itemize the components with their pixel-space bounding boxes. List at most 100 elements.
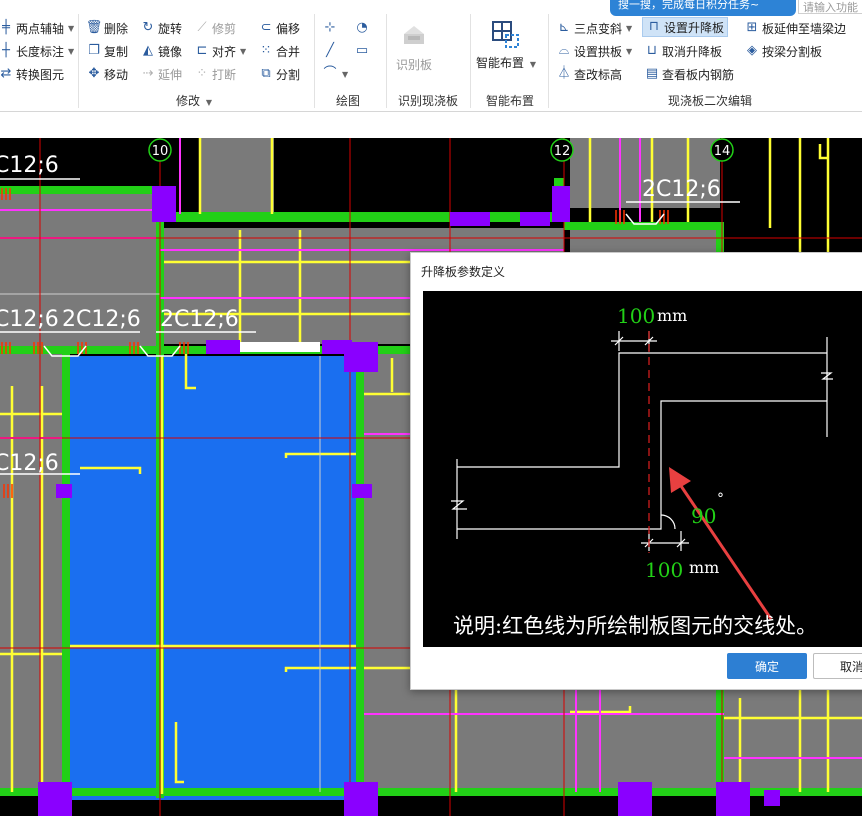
axis-label: 14 (714, 144, 731, 159)
smart-group: 智能布置 ▼ 智能布置 (472, 0, 548, 111)
identify-group-label: 识别现浇板 (398, 94, 459, 108)
cancel-raised-slab-button[interactable]: ⊔ 取消升降板 (644, 41, 722, 61)
raised-slab-icon: ⊓ (648, 19, 660, 34)
angle-value: 90 (691, 504, 716, 528)
slab-edit-group-label: 现浇板二次编辑 (668, 94, 753, 108)
check-elevation-button[interactable]: ⏃ 查改标高 (556, 64, 622, 84)
extend-button[interactable]: ⇢ 延伸 (140, 64, 182, 84)
offset-button[interactable]: ⊂ 偏移 (258, 18, 300, 38)
bottom-dimension-unit: mm (689, 558, 719, 577)
chevron-down-icon: ▼ (68, 46, 75, 56)
smart-layout-icon (492, 21, 519, 48)
ribbon-toolbar: 搜一搜，完成每日积分任务~ 请输入功能 ╪ 两点辅轴 ▼ ┼ 长度标注 ▼ ⇄ … (0, 0, 862, 112)
two-point-axis-label: 两点辅轴 (16, 21, 65, 36)
chevron-down-icon: ▼ (205, 98, 212, 107)
slab-edit-group: ⊾ 三点变斜 ▼ ⊓ 设置升降板 ⊞ 板延伸至墙梁边 ⌓ 设置拱板 ▼ ⊔ 取消… (552, 0, 862, 111)
set-arch-slab-button[interactable]: ⌓ 设置拱板 ▼ (556, 41, 632, 61)
rotate-label: 旋转 (158, 21, 183, 36)
ribbon-gap (0, 112, 862, 138)
mirror-button[interactable]: ◭ 镜像 (140, 41, 182, 61)
extend-to-wall-beam-label: 板延伸至墙梁边 (762, 21, 847, 36)
dialog-note: 说明:红色线为所绘制板图元的交线处。 (453, 614, 817, 638)
set-raised-slab-button[interactable]: ⊓ 设置升降板 (642, 17, 729, 37)
break-icon: ⁘ (196, 66, 208, 81)
smart-layout-button[interactable]: 智能布置 ▼ (476, 18, 536, 71)
merge-button[interactable]: ⁙ 合并 (258, 41, 300, 61)
length-mark-button[interactable]: ┼ 长度标注 ▼ (0, 41, 74, 61)
smart-layout-label: 智能布置 ▼ (476, 54, 536, 71)
extend-to-wall-beam-button[interactable]: ⊞ 板延伸至墙梁边 (744, 18, 846, 38)
split-beam-icon: ◈ (747, 43, 757, 58)
move-label: 移动 (104, 67, 129, 82)
extend-label: 延伸 (158, 67, 183, 82)
mirror-label: 镜像 (158, 44, 183, 59)
break-button[interactable]: ⁘ 打断 (194, 64, 236, 84)
modify-group-label-wrap[interactable]: 修改 ▼ (176, 92, 212, 109)
delete-button[interactable]: 🗑 删除 (86, 18, 128, 38)
align-button[interactable]: ⊏ 对齐 ▼ (194, 41, 247, 61)
extend-slab-icon: ⊞ (746, 20, 758, 35)
chevron-down-icon: ▼ (240, 46, 247, 56)
separator (548, 14, 549, 108)
merge-icon: ⁙ (260, 43, 272, 58)
view-slab-rebar-button[interactable]: ▤ 查看板内钢筋 (644, 64, 734, 84)
chevron-down-icon: ▼ (342, 69, 349, 79)
arc-draw-button[interactable]: ⌒ ▼ (322, 64, 348, 84)
convert-element-button[interactable]: ⇄ 转换图元 (0, 64, 64, 84)
split-by-beam-button[interactable]: ◈ 按梁分割板 (744, 41, 822, 61)
dimension-icon: ┼ (2, 43, 10, 58)
axis-label: 12 (554, 144, 571, 159)
slab-profile (451, 331, 833, 551)
chevron-down-icon: ▼ (626, 46, 633, 56)
top-dimension-unit: mm (657, 306, 687, 325)
move-icon: ✥ (88, 66, 100, 81)
copy-button[interactable]: ❐ 复制 (86, 41, 128, 61)
mirror-icon: ◭ (143, 43, 153, 58)
raised-slab-diagram: 100 mm 100 mm 90 ° 说明:红色线为所绘制板图元的交线处。 (423, 291, 862, 647)
trash-icon: 🗑 (85, 20, 103, 35)
rotate-point-button[interactable]: ◔ (354, 18, 370, 38)
ok-button[interactable]: 确定 (727, 653, 807, 679)
view-slab-rebar-label: 查看板内钢筋 (662, 67, 735, 82)
point-draw-button[interactable]: ⊹ (322, 18, 338, 38)
separator (78, 14, 79, 108)
bottom-dimension-value: 100 (645, 558, 683, 582)
offset-label: 偏移 (276, 21, 301, 36)
cancel-button[interactable]: 取消 (813, 653, 862, 679)
split-label: 分割 (276, 67, 301, 82)
top-dimension-value: 100 (617, 304, 655, 328)
line-icon: ╱ (326, 43, 334, 58)
three-point-slope-button[interactable]: ⊾ 三点变斜 ▼ (556, 18, 633, 38)
two-point-axis-button[interactable]: ╪ 两点辅轴 ▼ (0, 18, 74, 38)
three-point-slope-label: 三点变斜 (574, 21, 623, 36)
cancel-raised-slab-label: 取消升降板 (662, 44, 723, 59)
rebar-label: C12;6 (0, 153, 59, 178)
align-label: 对齐 (212, 44, 237, 59)
extend-icon: ⇢ (142, 66, 154, 81)
separator (314, 14, 315, 108)
trim-button[interactable]: ⟋ 修剪 (194, 18, 236, 38)
set-arch-slab-label: 设置拱板 (574, 44, 623, 59)
rebar-icon: ▤ (645, 66, 659, 81)
trim-label: 修剪 (212, 21, 237, 36)
dialog-title: 升降板参数定义 (421, 265, 506, 279)
raised-slab-dialog: 升降板参数定义 100 mm 100 mm 90 ° 说明:红色线为所绘制板图元… (410, 252, 862, 690)
slope-icon: ⊾ (558, 20, 570, 35)
axis-group: ╪ 两点辅轴 ▼ ┼ 长度标注 ▼ ⇄ 转换图元 (0, 0, 78, 111)
move-button[interactable]: ✥ 移动 (86, 64, 128, 84)
axis-label: 10 (152, 144, 169, 159)
identify-slab-label: 识别板 (395, 58, 432, 72)
split-button[interactable]: ⧉ 分割 (258, 64, 300, 84)
separator (386, 14, 387, 108)
split-icon: ⧉ (261, 66, 271, 81)
rotate-button[interactable]: ↻ 旋转 (140, 18, 182, 38)
point-icon: ⊹ (324, 20, 336, 35)
modify-group-label: 修改 (176, 94, 201, 108)
line-draw-button[interactable]: ╱ (322, 41, 338, 61)
split-by-beam-label: 按梁分割板 (762, 44, 823, 59)
convert-icon: ⇄ (0, 66, 12, 81)
convert-element-label: 转换图元 (16, 67, 65, 82)
selected-slab[interactable] (70, 356, 356, 800)
rect-draw-button[interactable]: ▭ (354, 41, 370, 61)
identify-slab-button[interactable]: 识别板 (390, 20, 438, 73)
